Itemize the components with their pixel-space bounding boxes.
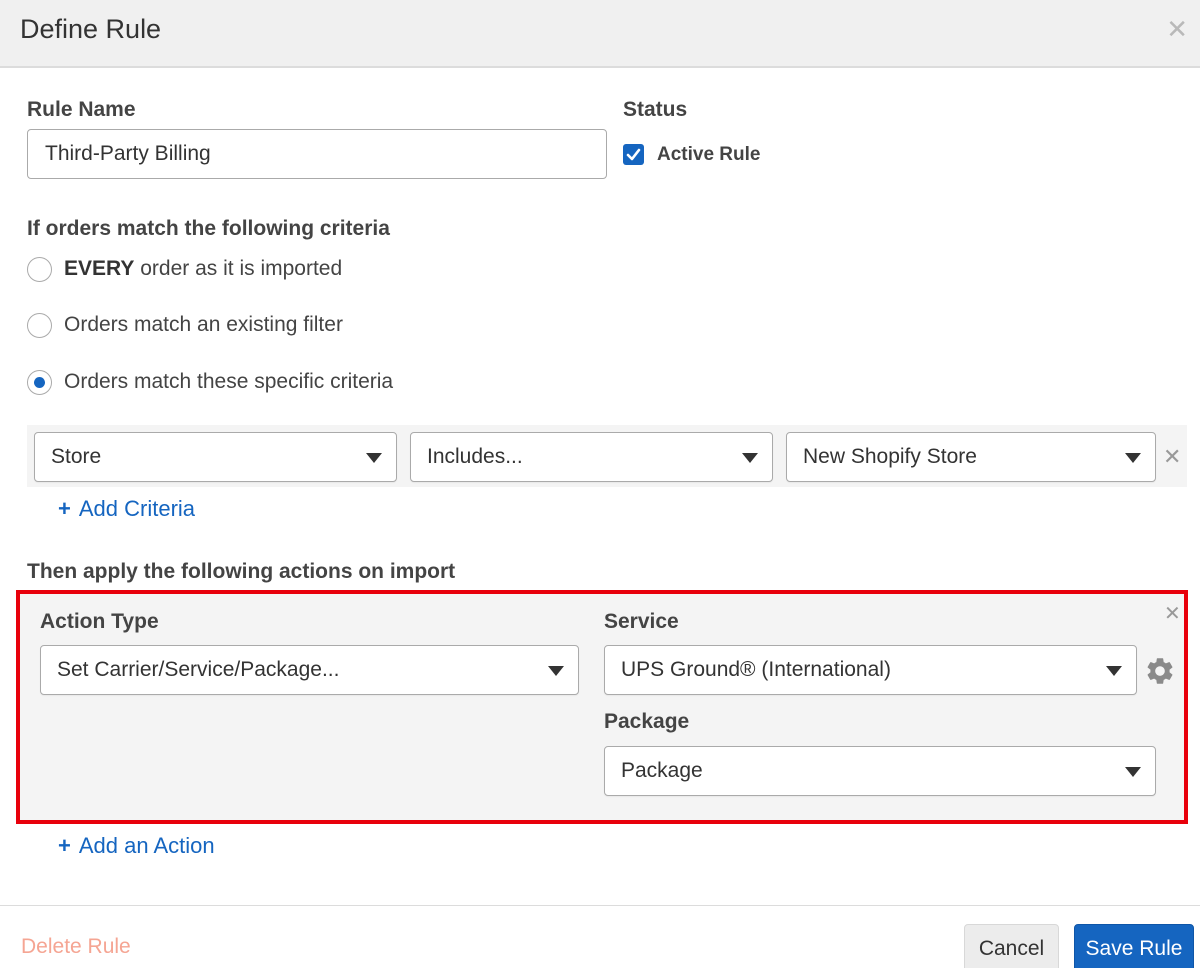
status-label: Status	[623, 98, 688, 121]
radio-button[interactable]	[27, 257, 52, 282]
cancel-button[interactable]: Cancel	[964, 924, 1059, 968]
dialog-title: Define Rule	[20, 14, 162, 44]
select-value: UPS Ground® (International)	[621, 658, 891, 681]
chevron-down-icon	[548, 666, 564, 676]
add-criteria-link[interactable]: + Add Criteria	[58, 496, 195, 522]
footer-divider	[0, 905, 1200, 906]
chevron-down-icon	[366, 453, 382, 463]
active-rule-label: Active Rule	[657, 144, 761, 165]
select-value: Includes...	[427, 445, 523, 468]
remove-criteria-icon[interactable]: ✕	[1163, 446, 1181, 468]
chevron-down-icon	[1125, 767, 1141, 777]
service-label: Service	[604, 610, 679, 633]
save-rule-button[interactable]: Save Rule	[1074, 924, 1194, 968]
action-type-label: Action Type	[40, 610, 159, 633]
criteria-heading: If orders match the following criteria	[27, 217, 390, 240]
package-select[interactable]: Package	[604, 746, 1156, 796]
add-criteria-label: Add Criteria	[78, 496, 196, 521]
radio-label: order as it is imported	[134, 257, 343, 280]
checkmark-icon	[626, 148, 641, 161]
action-type-select[interactable]: Set Carrier/Service/Package...	[40, 645, 579, 695]
active-rule-checkbox[interactable]	[623, 144, 644, 165]
remove-action-icon[interactable]: ✕	[1164, 603, 1181, 625]
radio-label: Orders match an existing filter	[64, 313, 343, 336]
plus-icon: +	[58, 496, 71, 521]
add-action-label: Add an Action	[78, 833, 215, 858]
criteria-field-select[interactable]: Store	[34, 432, 397, 482]
add-action-link[interactable]: + Add an Action	[58, 833, 215, 859]
service-select[interactable]: UPS Ground® (International)	[604, 645, 1137, 695]
chevron-down-icon	[1125, 453, 1141, 463]
radio-button[interactable]	[27, 313, 52, 338]
chevron-down-icon	[1106, 666, 1122, 676]
select-value: Package	[621, 759, 703, 782]
plus-icon: +	[58, 833, 71, 858]
radio-label: Orders match these specific criteria	[64, 370, 394, 393]
actions-heading: Then apply the following actions on impo…	[27, 560, 456, 583]
close-icon[interactable]: ✕	[1166, 14, 1188, 44]
select-value: Store	[51, 445, 102, 468]
chevron-down-icon	[742, 453, 758, 463]
criteria-value-select[interactable]: New Shopify Store	[786, 432, 1156, 482]
select-value: Set Carrier/Service/Package...	[57, 658, 340, 681]
gear-icon[interactable]	[1144, 655, 1176, 687]
dialog-header: Define Rule ✕	[0, 0, 1200, 68]
rule-name-label: Rule Name	[27, 98, 136, 121]
select-value: New Shopify Store	[803, 445, 977, 468]
criteria-operator-select[interactable]: Includes...	[410, 432, 773, 482]
rule-name-input[interactable]	[27, 129, 607, 179]
package-label: Package	[604, 710, 690, 733]
radio-button[interactable]	[27, 370, 52, 395]
radio-bold-text: EVERY	[64, 257, 135, 280]
delete-rule-link[interactable]: Delete Rule	[21, 935, 131, 959]
